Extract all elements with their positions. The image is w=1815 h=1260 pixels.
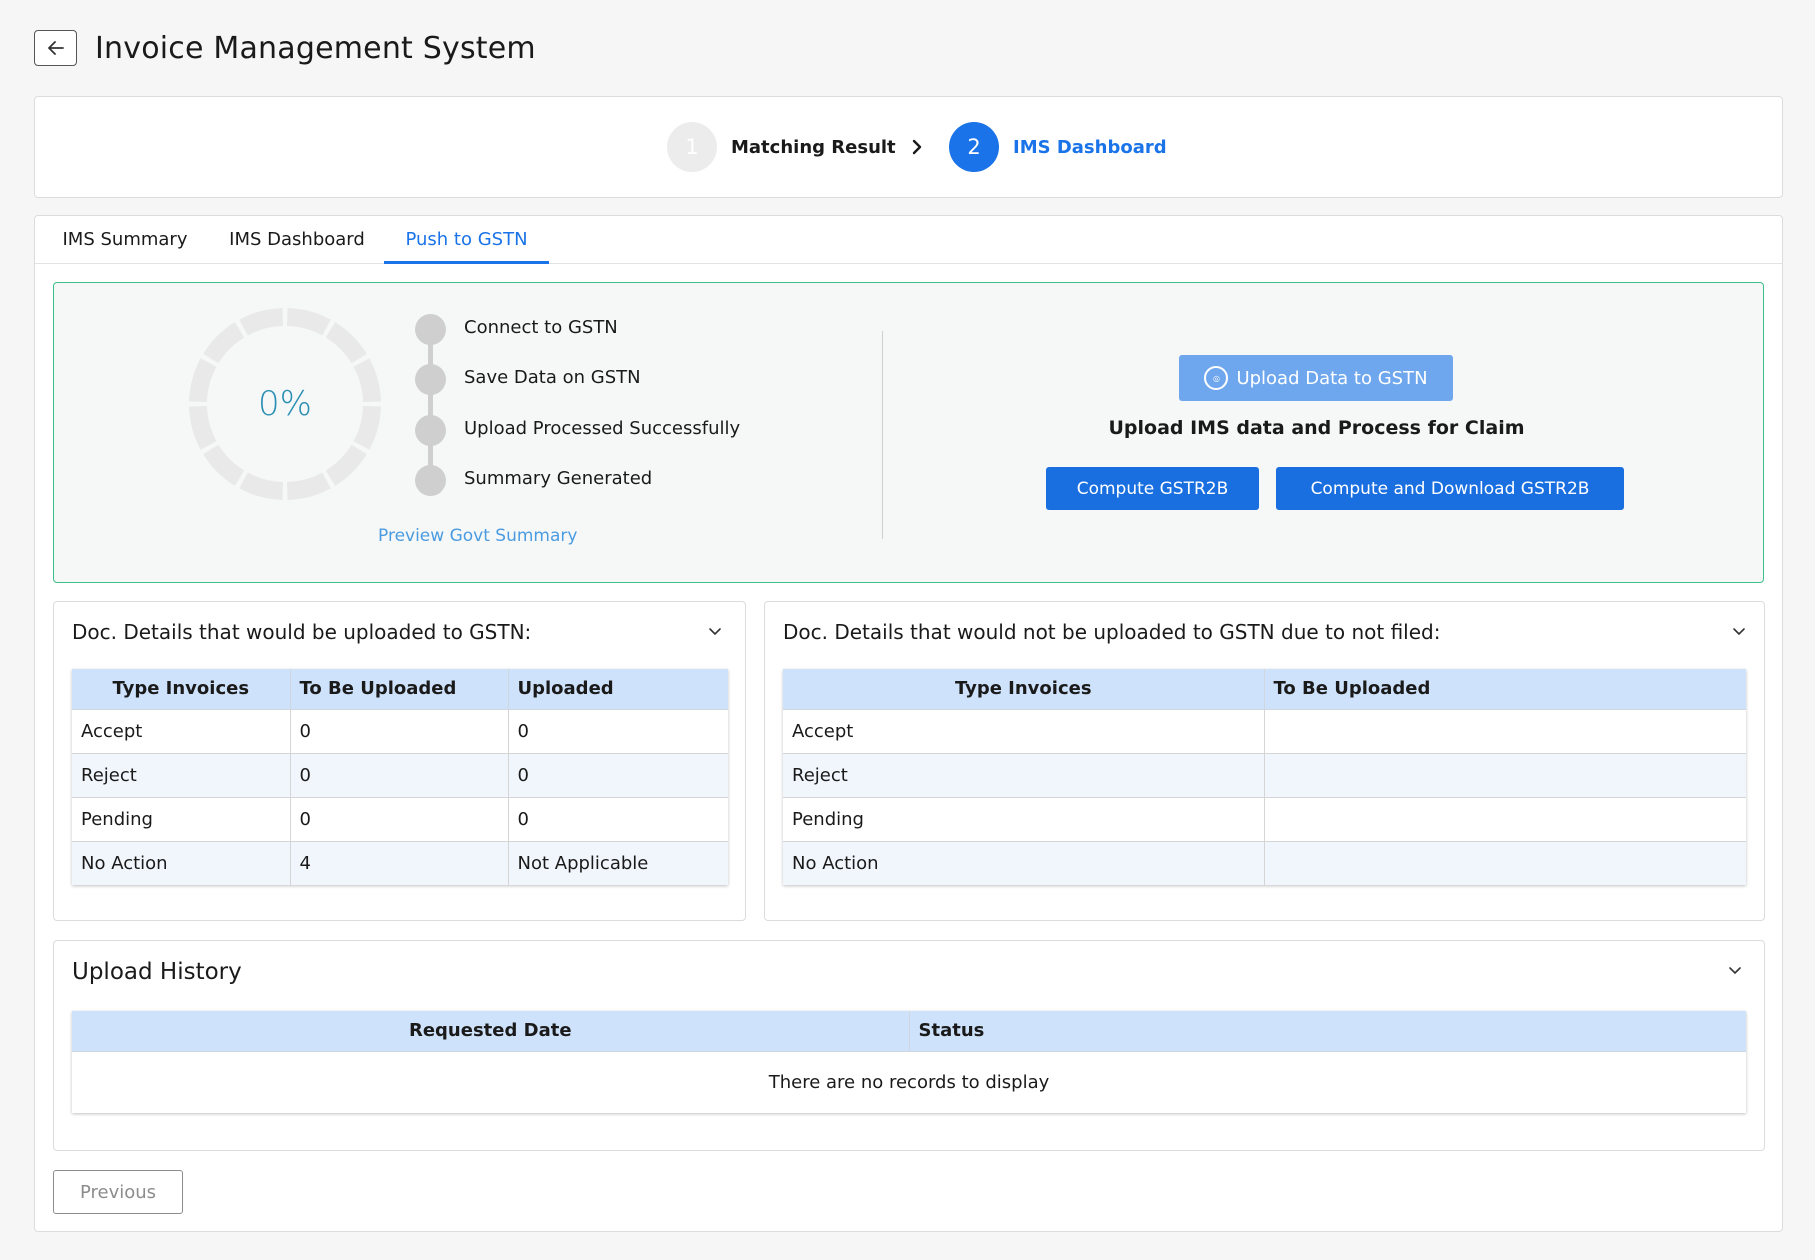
stepper: 1 Matching Result 2 IMS Dashboard xyxy=(34,96,1783,198)
timeline-dot xyxy=(415,465,446,496)
table-row: Reject 0 0 xyxy=(72,753,728,798)
chevron-down-icon[interactable] xyxy=(1726,961,1744,979)
empty-state-text: There are no records to display xyxy=(72,1051,1746,1113)
uploaded-docs-table: Type Invoices To Be Uploaded Uploaded Ac… xyxy=(72,669,728,885)
table-cell: 0 xyxy=(508,709,728,754)
table-cell xyxy=(1264,753,1746,798)
timeline-dot xyxy=(415,364,446,395)
compute-download-gstr2b-button[interactable]: Compute and Download GSTR2B xyxy=(1276,467,1624,510)
step-number: 1 xyxy=(667,122,717,172)
timeline-step-connect: Connect to GSTN xyxy=(464,317,618,338)
timeline-step-summary: Summary Generated xyxy=(464,468,653,489)
section-title: Doc. Details that would not be uploaded … xyxy=(783,620,1441,644)
timeline-dot xyxy=(415,314,446,345)
table-cell: 0 xyxy=(508,797,728,842)
table-cell xyxy=(1264,797,1746,842)
table-cell: 0 xyxy=(290,709,509,754)
section-title: Doc. Details that would be uploaded to G… xyxy=(72,620,532,644)
table-row: Pending xyxy=(783,797,1746,842)
table-cell xyxy=(1264,709,1746,754)
table-cell: No Action xyxy=(783,841,1265,885)
timeline-step-upload: Upload Processed Successfully xyxy=(464,418,741,439)
table-cell: Not Applicable xyxy=(508,841,728,885)
table-row: Accept 0 0 xyxy=(72,709,728,754)
table-row: No Action 4 Not Applicable xyxy=(72,841,728,885)
preview-govt-summary-link[interactable]: Preview Govt Summary xyxy=(378,526,577,546)
upload-history-table: Requested Date Status There are no recor… xyxy=(72,1011,1746,1113)
column-header[interactable]: Type Invoices xyxy=(783,669,1265,710)
table-row: Pending 0 0 xyxy=(72,797,728,842)
table-row: Reject xyxy=(783,753,1746,798)
column-header[interactable]: Requested Date xyxy=(72,1011,910,1052)
timeline-connector xyxy=(428,327,433,479)
chevron-down-icon[interactable] xyxy=(1730,622,1748,640)
uploaded-docs-section: Doc. Details that would be uploaded to G… xyxy=(53,601,746,921)
main-card: IMS Summary IMS Dashboard Push to GSTN 0… xyxy=(34,215,1783,1232)
table-cell: 0 xyxy=(508,753,728,798)
table-row: Accept xyxy=(783,709,1746,754)
column-header[interactable]: To Be Uploaded xyxy=(290,669,509,710)
column-header[interactable]: Type Invoices xyxy=(72,669,291,710)
table-row: No Action xyxy=(783,841,1746,885)
column-header[interactable]: Uploaded xyxy=(508,669,728,710)
chevron-right-icon xyxy=(912,139,922,155)
not-uploaded-docs-section: Doc. Details that would not be uploaded … xyxy=(764,601,1765,921)
upload-subtitle: Upload IMS data and Process for Claim xyxy=(1108,417,1525,439)
timeline-dot xyxy=(415,415,446,446)
table-cell: Accept xyxy=(72,709,291,754)
panel-divider xyxy=(882,331,883,539)
table-cell: 0 xyxy=(290,797,509,842)
step-label: IMS Dashboard xyxy=(1013,136,1167,158)
previous-button[interactable]: Previous xyxy=(53,1170,183,1214)
tab-push-to-gstn[interactable]: Push to GSTN xyxy=(384,216,549,264)
table-cell xyxy=(1264,841,1746,885)
empty-row: There are no records to display xyxy=(72,1051,1746,1113)
gst-logo-icon: ◎ xyxy=(1204,366,1229,390)
page-header: Invoice Management System xyxy=(34,30,536,66)
table-cell: Reject xyxy=(783,753,1265,798)
not-uploaded-docs-table: Type Invoices To Be Uploaded Accept Reje… xyxy=(783,669,1746,885)
tab-ims-dashboard[interactable]: IMS Dashboard xyxy=(219,216,375,264)
section-title: Upload History xyxy=(72,959,242,985)
table-cell: No Action xyxy=(72,841,291,885)
upload-history-section: Upload History Requested Date Status The… xyxy=(53,940,1765,1151)
table-cell: 4 xyxy=(290,841,509,885)
table-cell: Pending xyxy=(783,797,1265,842)
timeline-step-save: Save Data on GSTN xyxy=(464,367,641,388)
progress-percent: 0% xyxy=(258,384,312,424)
column-header[interactable]: Status xyxy=(909,1011,1746,1052)
back-button[interactable] xyxy=(34,30,77,66)
column-header[interactable]: To Be Uploaded xyxy=(1264,669,1746,710)
table-cell: Accept xyxy=(783,709,1265,754)
compute-gstr2b-button[interactable]: Compute GSTR2B xyxy=(1046,467,1259,510)
table-cell: 0 xyxy=(290,753,509,798)
upload-button-label: Upload Data to GSTN xyxy=(1236,367,1428,389)
step-number: 2 xyxy=(949,122,999,172)
arrow-left-icon xyxy=(47,41,64,55)
chevron-down-icon[interactable] xyxy=(706,622,724,640)
step-ims-dashboard[interactable]: 2 IMS Dashboard xyxy=(949,122,1167,172)
step-label: Matching Result xyxy=(731,136,896,158)
table-cell: Reject xyxy=(72,753,291,798)
push-to-gstn-panel: 0% Connect to GSTN Save Data on GSTN Upl… xyxy=(53,282,1764,583)
table-cell: Pending xyxy=(72,797,291,842)
tab-bar: IMS Summary IMS Dashboard Push to GSTN xyxy=(35,216,1782,264)
tab-ims-summary[interactable]: IMS Summary xyxy=(49,216,201,264)
upload-data-to-gstn-button[interactable]: ◎ Upload Data to GSTN xyxy=(1179,355,1453,401)
page-title: Invoice Management System xyxy=(95,30,536,66)
step-matching-result[interactable]: 1 Matching Result xyxy=(667,122,896,172)
